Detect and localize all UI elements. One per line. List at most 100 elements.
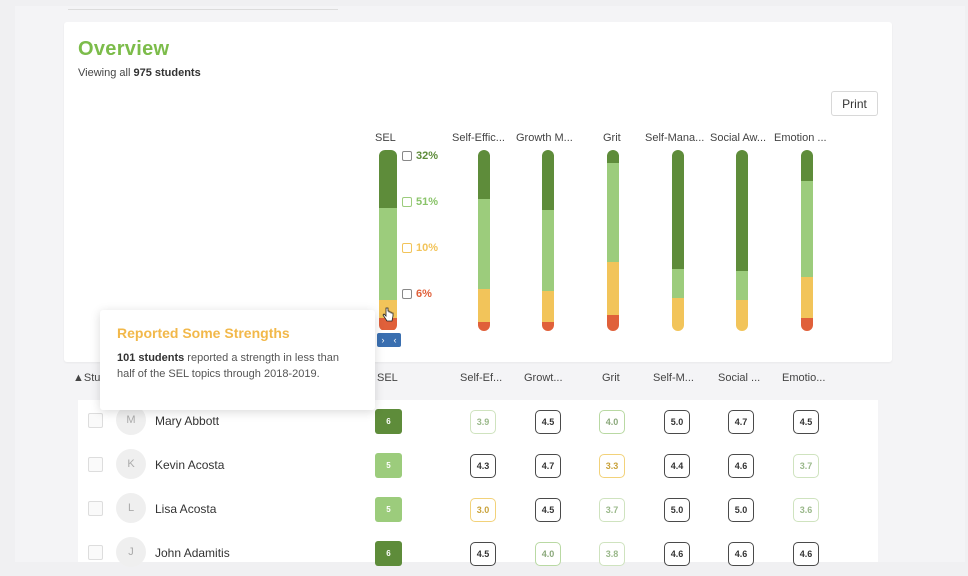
topic-score: 3.0 xyxy=(470,498,496,522)
filter-checkbox[interactable] xyxy=(402,151,412,161)
header-label: Stu xyxy=(83,372,101,384)
row-checkbox[interactable] xyxy=(88,413,103,428)
bar-segment[interactable] xyxy=(478,198,490,290)
topic-score: 4.0 xyxy=(599,410,625,434)
topic-score: 4.6 xyxy=(793,542,819,566)
bar-segment[interactable] xyxy=(801,276,813,319)
chevron-left-icon[interactable]: ‹ xyxy=(394,335,397,345)
bar-segment[interactable] xyxy=(379,207,397,301)
header-self-efficacy[interactable]: Self-Ef... xyxy=(460,372,502,384)
header-growth-mindset[interactable]: Growt... xyxy=(524,372,563,384)
sel-score-badge: 5 xyxy=(375,453,402,478)
bar-segment[interactable] xyxy=(672,298,684,331)
header-sel[interactable]: SEL xyxy=(377,372,398,384)
avatar: L xyxy=(116,493,146,523)
column-label: Emotion ... xyxy=(774,132,827,144)
bar-segment[interactable] xyxy=(607,162,619,263)
filter-checkbox[interactable] xyxy=(402,243,412,253)
sel-filter-strong[interactable]: 32% xyxy=(402,150,438,162)
row-checkbox[interactable] xyxy=(88,501,103,516)
page-title: Overview xyxy=(78,38,170,60)
topic-score: 4.7 xyxy=(728,410,754,434)
bar-segment[interactable] xyxy=(478,289,490,323)
sel-score-badge: 6 xyxy=(375,409,402,434)
topic-score: 3.8 xyxy=(599,542,625,566)
topic-score: 3.7 xyxy=(793,454,819,478)
segment-tooltip: Reported Some Strengths 101 students rep… xyxy=(100,310,375,410)
bar-segment[interactable] xyxy=(542,291,554,323)
bar-segment[interactable] xyxy=(607,262,619,316)
topic-score: 4.4 xyxy=(664,454,690,478)
bar-segment[interactable] xyxy=(542,321,554,331)
stacked-bar[interactable] xyxy=(672,150,684,331)
student-name[interactable]: Kevin Acosta xyxy=(155,458,224,472)
header-emotion[interactable]: Emotio... xyxy=(782,372,825,384)
topic-score: 4.5 xyxy=(535,410,561,434)
topic-score: 4.6 xyxy=(728,542,754,566)
header-social-awareness[interactable]: Social ... xyxy=(718,372,760,384)
tooltip-title: Reported Some Strengths xyxy=(117,325,290,341)
sel-filter-few[interactable]: 10% xyxy=(402,242,438,254)
stacked-bar[interactable] xyxy=(736,150,748,331)
column-pager[interactable]: › ‹ xyxy=(377,333,401,347)
tooltip-count: 101 students xyxy=(117,352,185,364)
filter-checkbox[interactable] xyxy=(402,289,412,299)
filter-checkbox[interactable] xyxy=(402,197,412,207)
student-name[interactable]: Lisa Acosta xyxy=(155,502,216,516)
bar-segment[interactable] xyxy=(542,150,554,211)
column-label: Self-Effic... xyxy=(452,132,505,144)
avatar: J xyxy=(116,537,146,567)
student-name[interactable]: John Adamitis xyxy=(155,546,230,560)
students-subtitle: Viewing all 975 students xyxy=(78,67,201,79)
topic-score: 4.6 xyxy=(728,454,754,478)
topic-score: 5.0 xyxy=(664,410,690,434)
bar-segment[interactable] xyxy=(801,180,813,278)
chevron-right-icon[interactable]: › xyxy=(382,335,385,345)
row-checkbox[interactable] xyxy=(88,545,103,560)
bar-segment[interactable] xyxy=(736,271,748,301)
column-label: Grit xyxy=(603,132,621,144)
bar-segment[interactable] xyxy=(736,300,748,331)
bar-segment[interactable] xyxy=(801,150,813,182)
stacked-bar[interactable] xyxy=(542,150,554,331)
student-name[interactable]: Mary Abbott xyxy=(155,414,219,428)
tooltip-body: 101 students reported a strength in less… xyxy=(117,350,352,382)
stacked-bar[interactable] xyxy=(607,150,619,331)
bar-segment[interactable] xyxy=(736,150,748,272)
topic-score: 3.3 xyxy=(599,454,625,478)
sel-score-badge: 5 xyxy=(375,497,402,522)
print-button[interactable]: Print xyxy=(831,91,878,116)
bar-segment[interactable] xyxy=(672,269,684,299)
student-count: 975 students xyxy=(133,67,201,79)
bar-segment[interactable] xyxy=(801,318,813,331)
sort-students-header[interactable]: ▲Stu xyxy=(73,372,100,384)
stacked-bar[interactable] xyxy=(379,150,397,331)
sel-filter-none[interactable]: 6% xyxy=(402,288,432,300)
header-grit[interactable]: Grit xyxy=(602,372,620,384)
sel-filter-some[interactable]: 51% xyxy=(402,196,438,208)
stacked-bar[interactable] xyxy=(478,150,490,331)
topic-score: 3.9 xyxy=(470,410,496,434)
column-label: Social Aw... xyxy=(710,132,767,144)
topic-score: 4.6 xyxy=(664,542,690,566)
percent-label: 10% xyxy=(416,242,439,254)
column-label: SEL xyxy=(375,132,396,144)
row-checkbox[interactable] xyxy=(88,457,103,472)
header-self-management[interactable]: Self-M... xyxy=(653,372,694,384)
stacked-bar[interactable] xyxy=(801,150,813,331)
bar-segment[interactable] xyxy=(478,321,490,331)
bar-segment[interactable] xyxy=(478,150,490,200)
percent-label: 32% xyxy=(416,150,439,162)
topic-score: 4.5 xyxy=(793,410,819,434)
topic-score: 3.6 xyxy=(793,498,819,522)
column-label: Self-Mana... xyxy=(645,132,705,144)
bar-segment[interactable] xyxy=(607,314,619,331)
bar-segment[interactable] xyxy=(672,150,684,270)
bar-segment[interactable] xyxy=(379,150,397,209)
topic-score: 4.5 xyxy=(470,542,496,566)
bar-segment[interactable] xyxy=(607,150,619,164)
divider xyxy=(68,9,338,10)
bar-segment[interactable] xyxy=(542,209,554,292)
topic-score: 4.7 xyxy=(535,454,561,478)
avatar: K xyxy=(116,449,146,479)
